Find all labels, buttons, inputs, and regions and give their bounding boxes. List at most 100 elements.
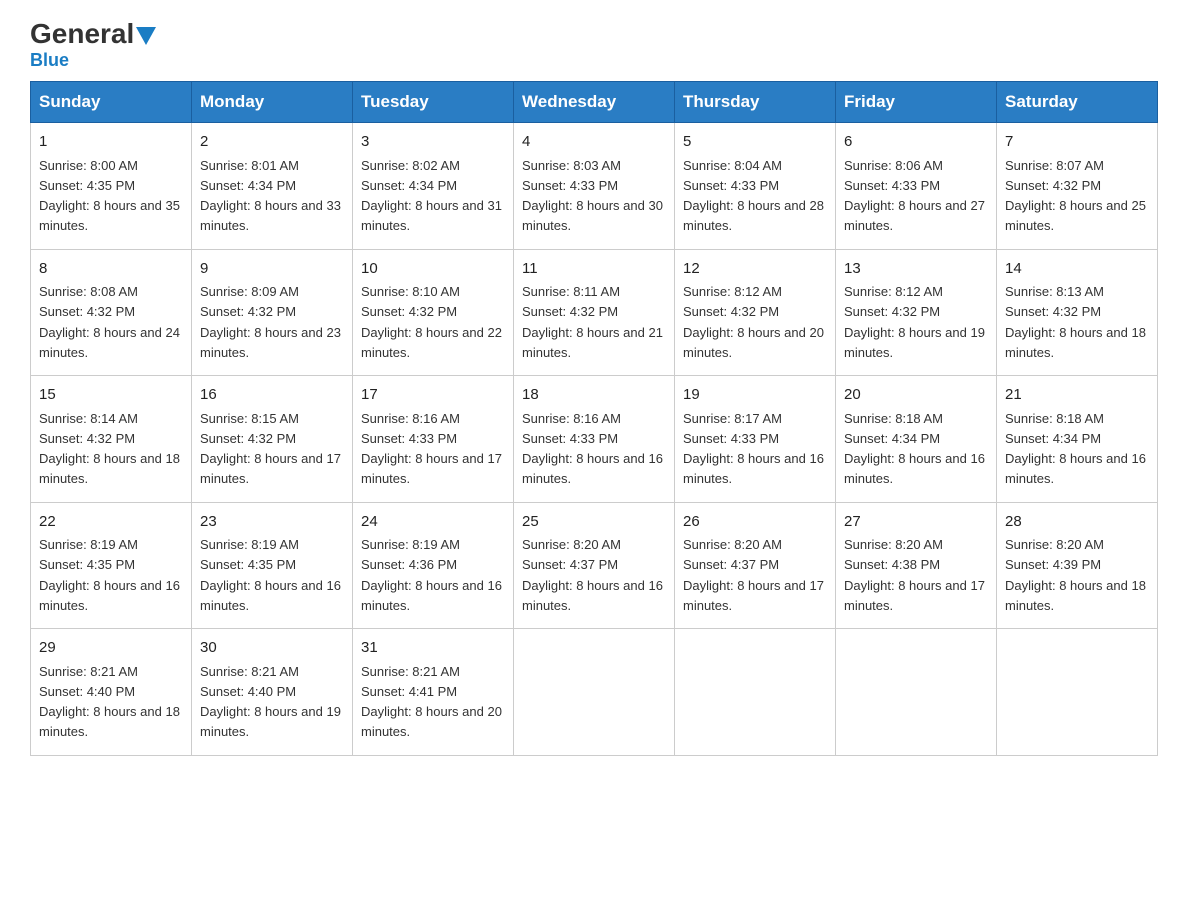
day-number: 7 [1005, 131, 1149, 154]
header: General Blue [30, 20, 1158, 71]
day-info: Sunrise: 8:00 AMSunset: 4:35 PMDaylight:… [39, 158, 180, 234]
day-number: 1 [39, 131, 183, 154]
calendar-cell: 26 Sunrise: 8:20 AMSunset: 4:37 PMDaylig… [675, 502, 836, 629]
logo-triangle-icon [136, 27, 156, 45]
calendar-cell [997, 629, 1158, 756]
day-number: 18 [522, 384, 666, 407]
day-info: Sunrise: 8:11 AMSunset: 4:32 PMDaylight:… [522, 284, 663, 360]
day-number: 22 [39, 511, 183, 534]
calendar-cell: 16 Sunrise: 8:15 AMSunset: 4:32 PMDaylig… [192, 376, 353, 503]
calendar-week-row: 29 Sunrise: 8:21 AMSunset: 4:40 PMDaylig… [31, 629, 1158, 756]
day-info: Sunrise: 8:21 AMSunset: 4:40 PMDaylight:… [200, 664, 341, 740]
day-info: Sunrise: 8:12 AMSunset: 4:32 PMDaylight:… [683, 284, 824, 360]
day-info: Sunrise: 8:20 AMSunset: 4:37 PMDaylight:… [683, 537, 824, 613]
column-header-thursday: Thursday [675, 82, 836, 123]
day-info: Sunrise: 8:21 AMSunset: 4:40 PMDaylight:… [39, 664, 180, 740]
day-info: Sunrise: 8:19 AMSunset: 4:35 PMDaylight:… [39, 537, 180, 613]
day-info: Sunrise: 8:21 AMSunset: 4:41 PMDaylight:… [361, 664, 502, 740]
day-number: 16 [200, 384, 344, 407]
day-info: Sunrise: 8:15 AMSunset: 4:32 PMDaylight:… [200, 411, 341, 487]
calendar-cell: 22 Sunrise: 8:19 AMSunset: 4:35 PMDaylig… [31, 502, 192, 629]
day-number: 23 [200, 511, 344, 534]
calendar-cell: 18 Sunrise: 8:16 AMSunset: 4:33 PMDaylig… [514, 376, 675, 503]
day-info: Sunrise: 8:03 AMSunset: 4:33 PMDaylight:… [522, 158, 663, 234]
calendar-table: SundayMondayTuesdayWednesdayThursdayFrid… [30, 81, 1158, 756]
day-info: Sunrise: 8:19 AMSunset: 4:35 PMDaylight:… [200, 537, 341, 613]
day-number: 28 [1005, 511, 1149, 534]
day-info: Sunrise: 8:07 AMSunset: 4:32 PMDaylight:… [1005, 158, 1146, 234]
calendar-week-row: 15 Sunrise: 8:14 AMSunset: 4:32 PMDaylig… [31, 376, 1158, 503]
calendar-header-row: SundayMondayTuesdayWednesdayThursdayFrid… [31, 82, 1158, 123]
day-number: 15 [39, 384, 183, 407]
calendar-cell: 23 Sunrise: 8:19 AMSunset: 4:35 PMDaylig… [192, 502, 353, 629]
calendar-cell: 24 Sunrise: 8:19 AMSunset: 4:36 PMDaylig… [353, 502, 514, 629]
calendar-week-row: 1 Sunrise: 8:00 AMSunset: 4:35 PMDayligh… [31, 123, 1158, 250]
calendar-cell: 30 Sunrise: 8:21 AMSunset: 4:40 PMDaylig… [192, 629, 353, 756]
calendar-cell: 10 Sunrise: 8:10 AMSunset: 4:32 PMDaylig… [353, 249, 514, 376]
day-info: Sunrise: 8:14 AMSunset: 4:32 PMDaylight:… [39, 411, 180, 487]
calendar-cell: 7 Sunrise: 8:07 AMSunset: 4:32 PMDayligh… [997, 123, 1158, 250]
logo-text: General [30, 20, 156, 48]
day-number: 24 [361, 511, 505, 534]
day-number: 30 [200, 637, 344, 660]
day-number: 21 [1005, 384, 1149, 407]
day-number: 6 [844, 131, 988, 154]
calendar-week-row: 8 Sunrise: 8:08 AMSunset: 4:32 PMDayligh… [31, 249, 1158, 376]
day-info: Sunrise: 8:02 AMSunset: 4:34 PMDaylight:… [361, 158, 502, 234]
day-number: 26 [683, 511, 827, 534]
calendar-cell: 28 Sunrise: 8:20 AMSunset: 4:39 PMDaylig… [997, 502, 1158, 629]
calendar-cell: 25 Sunrise: 8:20 AMSunset: 4:37 PMDaylig… [514, 502, 675, 629]
calendar-cell: 31 Sunrise: 8:21 AMSunset: 4:41 PMDaylig… [353, 629, 514, 756]
column-header-saturday: Saturday [997, 82, 1158, 123]
day-number: 4 [522, 131, 666, 154]
day-info: Sunrise: 8:10 AMSunset: 4:32 PMDaylight:… [361, 284, 502, 360]
calendar-cell: 14 Sunrise: 8:13 AMSunset: 4:32 PMDaylig… [997, 249, 1158, 376]
day-number: 29 [39, 637, 183, 660]
calendar-cell [514, 629, 675, 756]
day-number: 31 [361, 637, 505, 660]
calendar-cell: 4 Sunrise: 8:03 AMSunset: 4:33 PMDayligh… [514, 123, 675, 250]
calendar-cell: 2 Sunrise: 8:01 AMSunset: 4:34 PMDayligh… [192, 123, 353, 250]
calendar-cell: 9 Sunrise: 8:09 AMSunset: 4:32 PMDayligh… [192, 249, 353, 376]
calendar-cell: 1 Sunrise: 8:00 AMSunset: 4:35 PMDayligh… [31, 123, 192, 250]
day-number: 5 [683, 131, 827, 154]
calendar-cell: 27 Sunrise: 8:20 AMSunset: 4:38 PMDaylig… [836, 502, 997, 629]
calendar-cell: 12 Sunrise: 8:12 AMSunset: 4:32 PMDaylig… [675, 249, 836, 376]
calendar-cell: 8 Sunrise: 8:08 AMSunset: 4:32 PMDayligh… [31, 249, 192, 376]
day-number: 17 [361, 384, 505, 407]
day-number: 9 [200, 258, 344, 281]
day-info: Sunrise: 8:17 AMSunset: 4:33 PMDaylight:… [683, 411, 824, 487]
calendar-week-row: 22 Sunrise: 8:19 AMSunset: 4:35 PMDaylig… [31, 502, 1158, 629]
day-info: Sunrise: 8:16 AMSunset: 4:33 PMDaylight:… [522, 411, 663, 487]
calendar-cell [836, 629, 997, 756]
column-header-monday: Monday [192, 82, 353, 123]
calendar-cell: 19 Sunrise: 8:17 AMSunset: 4:33 PMDaylig… [675, 376, 836, 503]
calendar-cell: 17 Sunrise: 8:16 AMSunset: 4:33 PMDaylig… [353, 376, 514, 503]
calendar-cell: 11 Sunrise: 8:11 AMSunset: 4:32 PMDaylig… [514, 249, 675, 376]
day-number: 8 [39, 258, 183, 281]
calendar-cell: 3 Sunrise: 8:02 AMSunset: 4:34 PMDayligh… [353, 123, 514, 250]
page: General Blue SundayMondayTuesdayWednesda… [0, 0, 1188, 786]
calendar-cell: 20 Sunrise: 8:18 AMSunset: 4:34 PMDaylig… [836, 376, 997, 503]
day-number: 27 [844, 511, 988, 534]
calendar-cell: 21 Sunrise: 8:18 AMSunset: 4:34 PMDaylig… [997, 376, 1158, 503]
calendar-cell: 13 Sunrise: 8:12 AMSunset: 4:32 PMDaylig… [836, 249, 997, 376]
logo-blue: Blue [30, 50, 69, 71]
calendar-cell [675, 629, 836, 756]
column-header-wednesday: Wednesday [514, 82, 675, 123]
calendar-cell: 6 Sunrise: 8:06 AMSunset: 4:33 PMDayligh… [836, 123, 997, 250]
column-header-sunday: Sunday [31, 82, 192, 123]
day-info: Sunrise: 8:20 AMSunset: 4:38 PMDaylight:… [844, 537, 985, 613]
day-info: Sunrise: 8:08 AMSunset: 4:32 PMDaylight:… [39, 284, 180, 360]
day-info: Sunrise: 8:20 AMSunset: 4:39 PMDaylight:… [1005, 537, 1146, 613]
calendar-cell: 5 Sunrise: 8:04 AMSunset: 4:33 PMDayligh… [675, 123, 836, 250]
calendar-cell: 15 Sunrise: 8:14 AMSunset: 4:32 PMDaylig… [31, 376, 192, 503]
day-number: 25 [522, 511, 666, 534]
day-number: 13 [844, 258, 988, 281]
day-info: Sunrise: 8:16 AMSunset: 4:33 PMDaylight:… [361, 411, 502, 487]
day-number: 19 [683, 384, 827, 407]
day-number: 11 [522, 258, 666, 281]
day-info: Sunrise: 8:06 AMSunset: 4:33 PMDaylight:… [844, 158, 985, 234]
day-info: Sunrise: 8:01 AMSunset: 4:34 PMDaylight:… [200, 158, 341, 234]
day-info: Sunrise: 8:13 AMSunset: 4:32 PMDaylight:… [1005, 284, 1146, 360]
